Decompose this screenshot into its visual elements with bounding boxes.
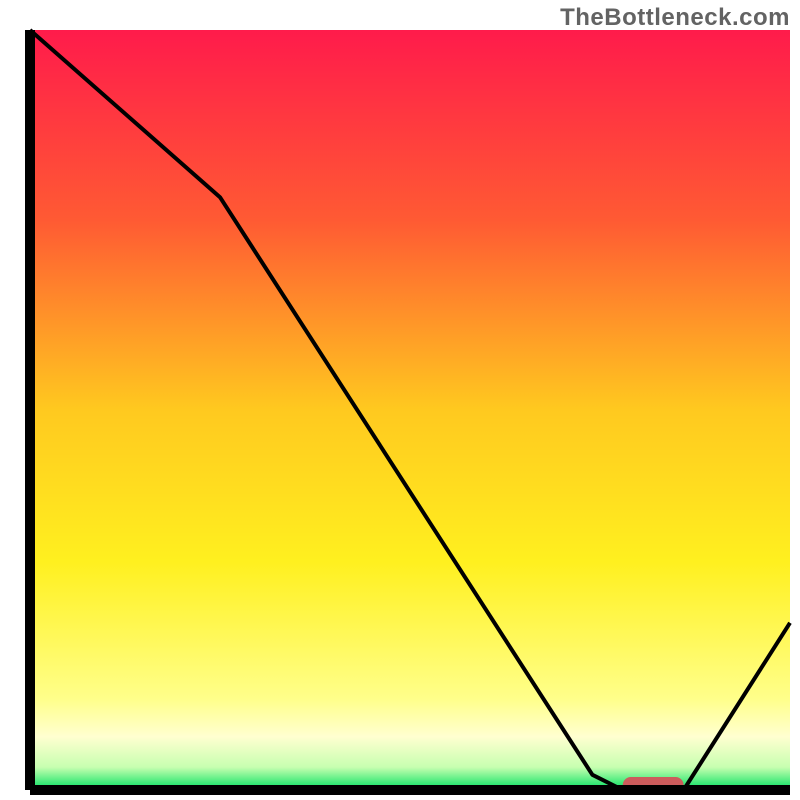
chart-frame: TheBottleneck.com [0, 0, 800, 800]
gradient-background [30, 30, 790, 790]
bottleneck-chart [0, 0, 800, 800]
